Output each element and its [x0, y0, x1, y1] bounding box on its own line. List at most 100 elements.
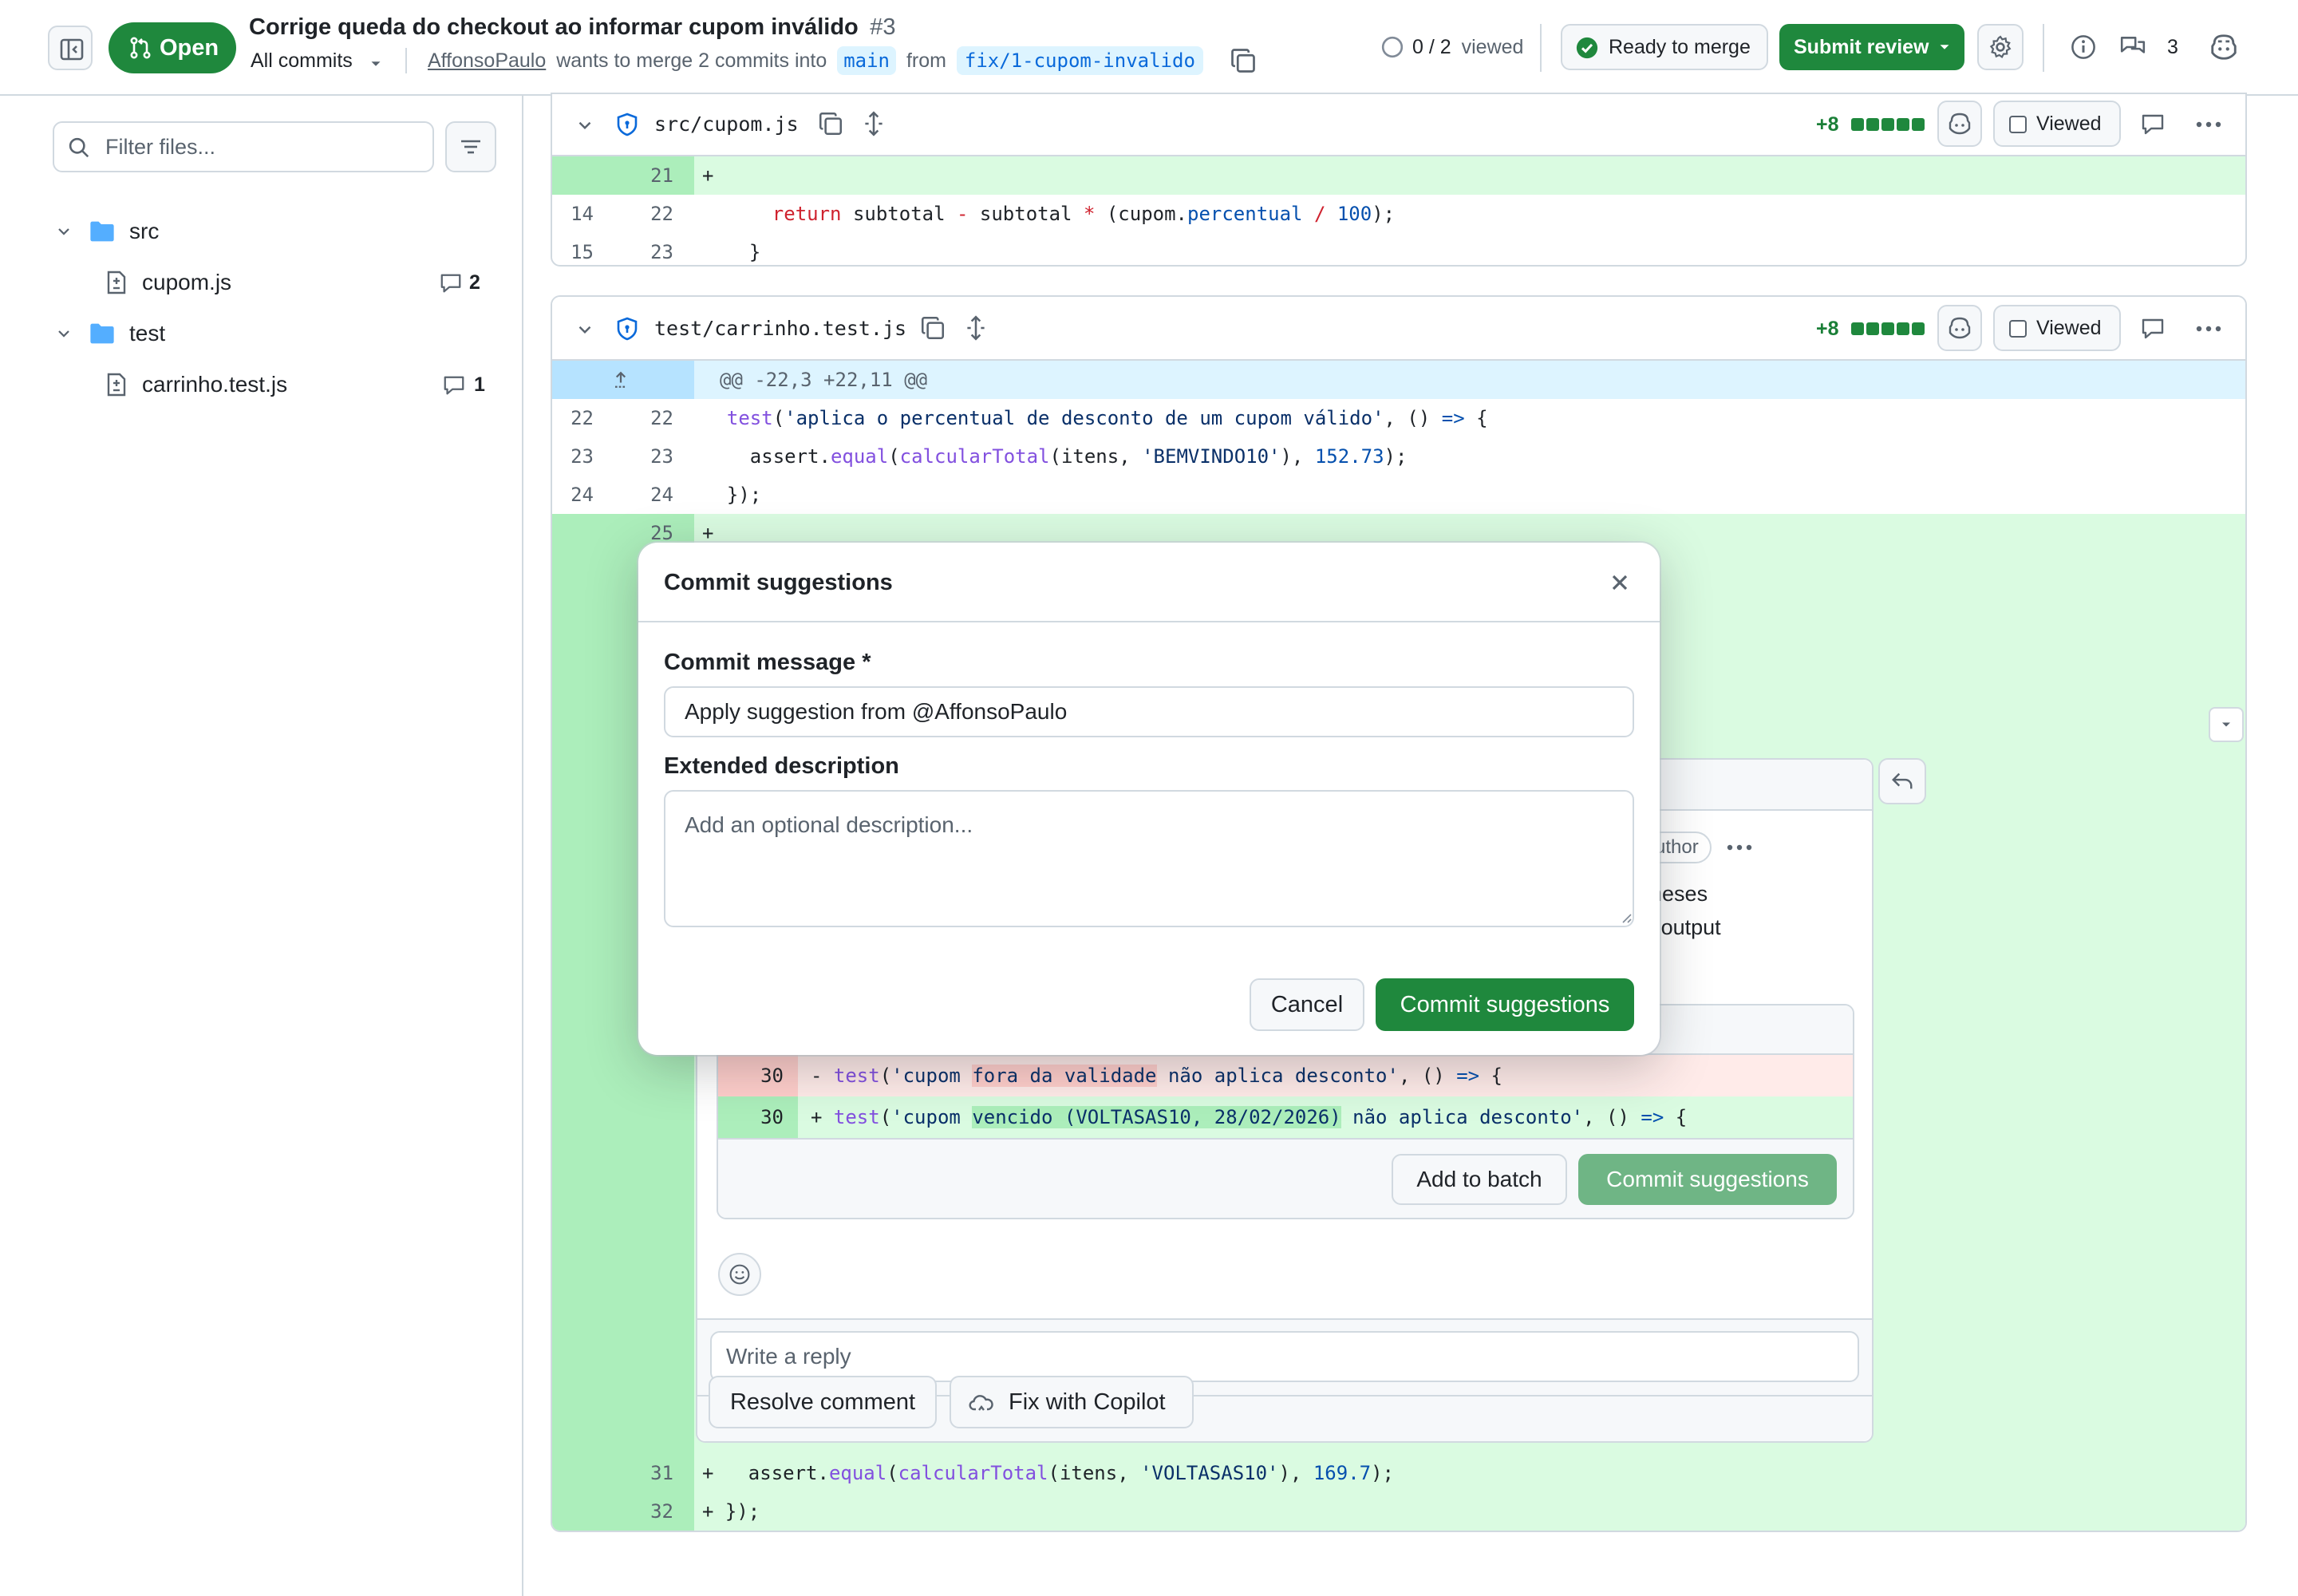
commit-suggestions-label: Commit suggestions [1606, 1167, 1809, 1191]
code-line: return subtotal - subtotal * (cupom.perc… [726, 203, 1396, 225]
close-icon[interactable] [1607, 570, 1633, 595]
additions-count: +8 [1816, 318, 1839, 340]
dialog-divider [638, 621, 1660, 622]
pr-title-line: Corrige queda do checkout ao informar cu… [249, 11, 896, 43]
extended-description-placeholder: Add an optional description... [685, 812, 973, 837]
toggle-sidebar-button[interactable] [48, 26, 93, 70]
kebab-horizontal-icon[interactable] [1725, 836, 1754, 859]
base-branch[interactable]: main [837, 46, 896, 75]
expand-marker[interactable] [2209, 707, 2244, 742]
unfold-icon[interactable] [860, 110, 887, 137]
chevron-down-icon [58, 330, 69, 338]
resize-handle-icon[interactable] [1620, 911, 1633, 924]
triangle-down-icon [2222, 722, 2230, 727]
filter-files-input[interactable]: Filter files... [53, 121, 434, 172]
filter-files-placeholder: Filter files... [105, 135, 216, 159]
viewed-toggle[interactable]: Viewed [1993, 101, 2121, 147]
commits-filter-dropdown[interactable]: All commits [251, 46, 385, 75]
viewed-label: viewed [1461, 36, 1524, 58]
fix-with-copilot-button[interactable]: Fix with Copilot [950, 1376, 1194, 1428]
shield-icon [617, 317, 638, 341]
commit-message-label: Commit message * [664, 650, 871, 675]
comment-discussion-icon[interactable] [2119, 34, 2146, 61]
diff-line: 22 22 test('aplica o percentual de desco… [552, 399, 2245, 437]
copy-icon[interactable] [919, 314, 946, 342]
new-line-number[interactable]: 23 [616, 233, 694, 265]
tree-folder-src[interactable]: src [48, 207, 503, 255]
new-line-number[interactable]: 22 [616, 195, 694, 233]
git-pull-request-icon [130, 37, 151, 59]
copilot-icon[interactable] [2209, 32, 2239, 62]
diff-file-cupom: src/cupom.js +8 Viewed 21 + 14 22 return… [551, 93, 2247, 267]
commit-suggestions-button[interactable]: Commit suggestions [1578, 1154, 1837, 1205]
viewed-toggle[interactable]: Viewed [1993, 305, 2121, 351]
resolve-comment-button[interactable]: Resolve comment [709, 1376, 937, 1428]
head-branch[interactable]: fix/1-cupom-invalido [956, 46, 1203, 75]
add-to-batch-label: Add to batch [1416, 1167, 1542, 1191]
old-line-number: 15 [571, 241, 594, 263]
new-line-number[interactable]: 22 [616, 399, 694, 437]
cancel-label: Cancel [1270, 992, 1344, 1017]
extended-description-label: Extended description [664, 753, 899, 779]
commit-message-input[interactable]: Apply suggestion from @AffonsoPaulo [664, 686, 1634, 737]
triangle-down-icon [371, 61, 381, 66]
commit-suggestions-submit-button[interactable]: Commit suggestions [1376, 978, 1634, 1031]
pr-header: Open Corrige queda do checkout ao inform… [0, 0, 2298, 96]
diff-sign: + [702, 164, 714, 187]
chevron-down-icon[interactable] [574, 115, 595, 136]
chevron-down-icon [58, 228, 69, 235]
info-icon[interactable] [2070, 34, 2097, 61]
commits-filter-label: All commits [251, 49, 353, 72]
resolve-comment-label: Resolve comment [729, 1389, 916, 1415]
settings-button[interactable] [1977, 24, 2024, 70]
copy-branch-icon[interactable] [1229, 46, 1258, 75]
cancel-button[interactable]: Cancel [1250, 978, 1364, 1031]
fold-up-icon [615, 371, 626, 388]
viewed-count: 0 / 2 [1412, 36, 1451, 58]
ready-to-merge-button[interactable]: Ready to merge [1561, 24, 1768, 70]
sidebar-collapse-icon [60, 38, 84, 61]
reply-input[interactable]: Write a reply [710, 1331, 1859, 1382]
kebab-horizontal-icon[interactable] [2194, 316, 2223, 342]
tree-file-cupom[interactable]: cupom.js 2 [48, 259, 503, 306]
tree-file-label: cupom.js [142, 270, 232, 294]
chevron-down-icon[interactable] [574, 319, 595, 340]
shield-icon [617, 113, 638, 136]
pr-state-label: Open [160, 35, 219, 61]
viewed-progress-icon [1381, 36, 1404, 58]
diff-line: 14 22 return subtotal - subtotal * (cupo… [552, 195, 2245, 233]
triangle-down-icon [1940, 45, 1949, 49]
code-line: }); [704, 484, 762, 506]
tree-folder-test[interactable]: test [48, 310, 503, 358]
file-path[interactable]: test/carrinho.test.js [654, 297, 906, 361]
undo-button[interactable] [1878, 758, 1926, 804]
copilot-button[interactable] [1937, 101, 1982, 147]
diff-line: 32 + }); [552, 1492, 2245, 1531]
suggestion-new-code: + test('cupom vencido (VOLTASAS10, 28/02… [811, 1106, 1688, 1128]
suggestion-deletion-line: 30 - test('cupom fora da validade não ap… [718, 1055, 1853, 1096]
submit-review-label: Submit review [1794, 36, 1929, 58]
diff-line: 21 + [552, 156, 2245, 195]
comment-icon[interactable] [2140, 316, 2166, 342]
expand-up-button[interactable] [552, 361, 694, 399]
copy-icon[interactable] [817, 110, 844, 137]
new-line-number[interactable]: 31 [616, 1454, 694, 1492]
copilot-button[interactable] [1937, 305, 1982, 351]
author-link[interactable]: AffonsoPaulo [428, 49, 546, 72]
kebab-horizontal-icon[interactable] [2194, 112, 2223, 137]
file-path[interactable]: src/cupom.js [654, 94, 799, 156]
add-reaction-button[interactable] [718, 1253, 761, 1296]
comment-icon[interactable] [2140, 112, 2166, 137]
add-to-batch-button[interactable]: Add to batch [1392, 1154, 1567, 1205]
tree-folder-label: test [129, 321, 166, 346]
new-line-number[interactable]: 21 [616, 156, 694, 195]
submit-review-button[interactable]: Submit review [1779, 24, 1964, 70]
new-line-number[interactable]: 23 [616, 437, 694, 476]
new-line-number[interactable]: 32 [616, 1492, 694, 1531]
extended-description-textarea[interactable]: Add an optional description... [664, 790, 1634, 927]
new-line-number[interactable]: 24 [616, 476, 694, 514]
filter-options-button[interactable] [445, 121, 496, 172]
reply-icon [1892, 772, 1913, 789]
unfold-icon[interactable] [962, 314, 989, 342]
tree-file-carrinho-test[interactable]: carrinho.test.js 1 [48, 361, 503, 409]
